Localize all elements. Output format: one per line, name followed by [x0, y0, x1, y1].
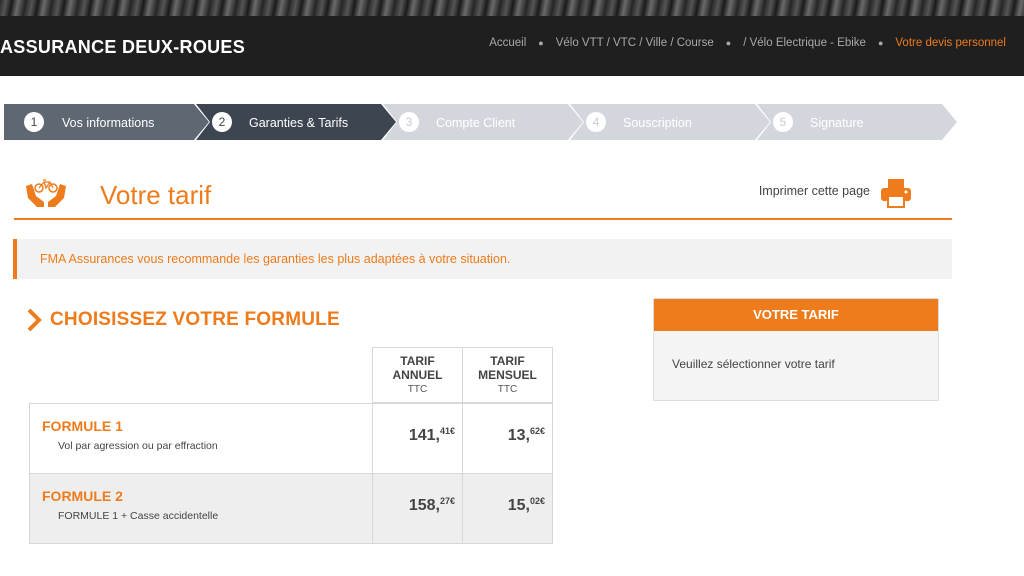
header-ttc: TTC [407, 384, 428, 395]
formula-name: FORMULE 1 [42, 418, 123, 434]
page-header: Votre tarif Imprimer cette page [14, 170, 952, 220]
breadcrumb-velo[interactable]: Vélo VTT / VTC / Ville / Course [556, 37, 714, 49]
hands-bike-icon [26, 179, 66, 207]
breadcrumb-current: Votre devis personnel [895, 37, 1006, 49]
annual-price-cell[interactable]: 158, 27€ [372, 473, 463, 544]
step-signature[interactable]: 5 Signature [757, 104, 957, 140]
column-header-annual: TARIF ANNUEL TTC [372, 347, 463, 403]
tarif-summary-box: VOTRE TARIF Veuillez sélectionner votre … [653, 298, 939, 401]
step-number: 2 [212, 112, 232, 132]
header-line: ANNUEL [392, 368, 443, 382]
step-label: Souscription [623, 116, 692, 130]
monthly-price-cell[interactable]: 15, 02€ [462, 473, 553, 544]
step-garanties-tarifs[interactable]: 2 Garanties & Tarifs [196, 104, 396, 140]
breadcrumb-separator: ● [725, 38, 732, 48]
monthly-price: 13, 62€ [507, 426, 545, 445]
chevron-right-icon [27, 308, 42, 332]
header-ttc: TTC [497, 384, 518, 395]
annual-price-cell[interactable]: 141, 41€ [372, 403, 463, 474]
top-navbar: ASSURANCE DEUX-ROUES Accueil ● Vélo VTT … [0, 16, 1024, 76]
step-label: Garanties & Tarifs [249, 116, 349, 130]
recommendation-notice: FMA Assurances vous recommande les garan… [13, 239, 952, 279]
header-photo-strip [0, 0, 1024, 16]
breadcrumb-separator: ● [538, 38, 544, 48]
section-title: CHOISISSEZ VOTRE FORMULE [26, 307, 340, 333]
step-number: 4 [586, 112, 606, 132]
printer-icon[interactable] [880, 178, 912, 208]
breadcrumb: Accueil ● Vélo VTT / VTC / Ville / Cours… [489, 37, 1006, 49]
formula-description: Vol par agression ou par effraction [58, 440, 218, 452]
annual-price: 141, 41€ [408, 426, 455, 445]
annual-price: 158, 27€ [408, 496, 455, 515]
brand-title: ASSURANCE DEUX-ROUES [0, 37, 246, 57]
section-title-text: CHOISISSEZ VOTRE FORMULE [50, 309, 340, 330]
step-label: Compte Client [436, 116, 516, 130]
tarif-summary-title: VOTRE TARIF [654, 299, 938, 331]
formula-row-2: FORMULE 2 FORMULE 1 + Casse accidentelle… [29, 473, 553, 544]
breadcrumb-ebike[interactable]: / Vélo Electrique - Ebike [743, 37, 866, 49]
monthly-price-cell[interactable]: 13, 62€ [462, 403, 553, 474]
price-int: 13, [507, 427, 530, 444]
breadcrumb-home[interactable]: Accueil [489, 37, 526, 49]
price-dec: 62€ [529, 426, 545, 436]
header-line: TARIF [490, 354, 525, 368]
step-souscription[interactable]: 4 Souscription [570, 104, 770, 140]
monthly-price: 15, 02€ [507, 496, 545, 515]
price-int: 141, [408, 427, 440, 444]
price-dec: 27€ [439, 496, 455, 506]
step-vos-informations[interactable]: 1 Vos informations [4, 104, 209, 140]
page-title: Votre tarif [100, 180, 212, 210]
header-line: MENSUEL [478, 368, 537, 382]
formula-row-1: FORMULE 1 Vol par agression ou par effra… [29, 403, 553, 474]
price-int: 158, [408, 497, 440, 514]
tarif-summary-message: Veuillez sélectionner votre tarif [672, 357, 835, 371]
step-label: Vos informations [62, 116, 155, 130]
formula-name: FORMULE 2 [42, 488, 123, 504]
step-label: Signature [810, 116, 864, 130]
formula-description: FORMULE 1 + Casse accidentelle [58, 510, 219, 522]
step-number: 5 [773, 112, 793, 132]
progress-stepper: 1 Vos informations 2 Garanties & Tarifs … [4, 104, 964, 140]
step-number: 1 [24, 112, 44, 132]
price-dec: 02€ [529, 496, 545, 506]
print-page-link[interactable]: Imprimer cette page [759, 184, 870, 198]
breadcrumb-separator: ● [877, 38, 884, 48]
step-number: 3 [399, 112, 419, 132]
header-line: TARIF [400, 354, 435, 368]
price-int: 15, [507, 497, 530, 514]
notice-text: FMA Assurances vous recommande les garan… [40, 252, 511, 266]
step-compte-client[interactable]: 3 Compte Client [383, 104, 583, 140]
column-header-monthly: TARIF MENSUEL TTC [462, 347, 553, 403]
price-dec: 41€ [439, 426, 455, 436]
